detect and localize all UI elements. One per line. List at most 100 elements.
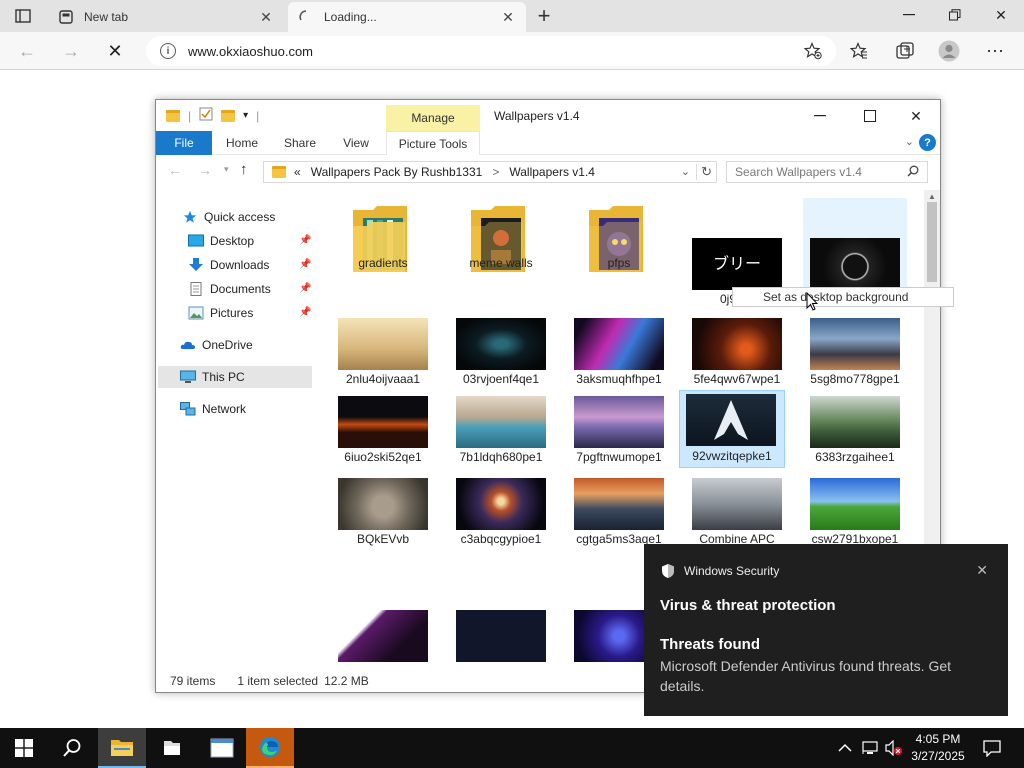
back-icon[interactable]: ←	[168, 162, 182, 178]
close-icon[interactable]: ✕	[976, 562, 988, 579]
document-icon	[190, 282, 202, 296]
forward-icon[interactable]: →	[58, 39, 84, 63]
properties-icon[interactable]	[199, 107, 213, 124]
search-button[interactable]	[48, 728, 96, 768]
minimize-button[interactable]	[886, 0, 932, 30]
address-bar[interactable]: i www.okxiaoshuo.com	[146, 36, 836, 66]
explorer-maximize-button[interactable]	[850, 104, 890, 128]
back-icon[interactable]: ←	[14, 39, 40, 63]
breadcrumb-item[interactable]: Wallpapers Pack By Rushb1331	[311, 165, 483, 179]
customize-qat-icon[interactable]: ▾	[243, 110, 248, 121]
image-item[interactable]: c3abqcgypioe1	[449, 476, 553, 550]
image-item[interactable]	[331, 608, 435, 666]
image-item[interactable]: 6383rzgaihee1	[803, 394, 907, 468]
close-window-button[interactable]: ✕	[978, 0, 1024, 30]
profile-avatar-icon[interactable]	[936, 39, 962, 63]
help-icon[interactable]: ?	[919, 134, 936, 151]
image-thumbnail	[338, 396, 428, 448]
stop-loading-icon[interactable]: ✕	[102, 39, 128, 63]
tab-loading[interactable]: Loading... ✕	[288, 2, 526, 32]
image-item[interactable]: Combine APC	[685, 476, 789, 550]
nav-pictures[interactable]: Pictures	[188, 302, 253, 324]
restore-button[interactable]	[932, 0, 978, 30]
volume-muted-icon[interactable]	[884, 728, 904, 768]
add-favorite-icon[interactable]	[800, 39, 826, 63]
start-button[interactable]	[0, 728, 48, 768]
nav-label: OneDrive	[202, 338, 253, 352]
tab-title: New tab	[84, 10, 129, 24]
image-item[interactable]: cgtga5ms3aqe1	[567, 476, 671, 550]
explorer-minimize-button[interactable]	[800, 104, 840, 128]
search-input[interactable]: Search Wallpapers v1.4	[726, 161, 928, 183]
notification-body: Microsoft Defender Antivirus found threa…	[660, 658, 952, 694]
folder-item[interactable]: meme walls	[449, 200, 553, 274]
breadcrumb-overflow[interactable]: «	[294, 165, 301, 179]
scroll-up-icon[interactable]: ▲	[928, 192, 936, 201]
tab-actions-icon[interactable]	[8, 6, 38, 26]
recent-locations-icon[interactable]: ▾	[224, 164, 229, 175]
nav-documents[interactable]: Documents	[188, 278, 271, 300]
image-item[interactable]: 5sg8mo778gpe1	[803, 316, 907, 390]
newtab-icon	[58, 9, 74, 25]
ribbon-tab-picture-tools[interactable]: Picture Tools	[386, 131, 480, 155]
nav-label: Quick access	[204, 210, 276, 224]
folder-item[interactable]: gradients	[331, 200, 435, 274]
search-icon	[907, 165, 919, 180]
image-item[interactable]: 5fe4qwv67wpe1	[685, 316, 789, 390]
forward-icon[interactable]: →	[198, 162, 212, 178]
image-item-selected[interactable]: 92vwzitqepke1	[679, 390, 785, 468]
nav-onedrive[interactable]: OneDrive	[180, 334, 253, 356]
image-item[interactable]: 3aksmuqhfhpe1	[567, 316, 671, 390]
image-item[interactable]: 2nlu4oijvaaa1	[331, 316, 435, 390]
image-item[interactable]: csw2791bxope1	[803, 476, 907, 550]
ribbon-tab-share[interactable]: Share	[276, 131, 324, 155]
expand-ribbon-icon[interactable]: ⌄	[905, 135, 914, 148]
image-item[interactable]: BQkEVvb	[331, 476, 435, 550]
nav-desktop[interactable]: Desktop	[188, 230, 254, 252]
show-hidden-icons-icon[interactable]	[838, 728, 852, 768]
ribbon-tab-file[interactable]: File	[156, 131, 212, 155]
security-notification[interactable]: Windows Security ✕ Virus & threat protec…	[644, 544, 1008, 716]
site-info-icon[interactable]: i	[160, 43, 176, 59]
window-taskbar-button[interactable]	[198, 728, 246, 768]
file-name: 6iuo2ski52qe1	[344, 450, 422, 464]
new-tab-button[interactable]: +	[532, 3, 556, 28]
network-tray-icon[interactable]	[862, 728, 880, 768]
image-item[interactable]	[449, 608, 553, 666]
folder-item[interactable]: pfps	[567, 200, 671, 274]
folder-icon	[272, 166, 286, 178]
breadcrumb[interactable]: « Wallpapers Pack By Rushb1331 > Wallpap…	[263, 161, 717, 183]
image-thumbnail	[456, 396, 546, 448]
nav-quick-access[interactable]: Quick access	[182, 206, 275, 228]
taskbar-clock[interactable]: 4:05 PM 3/27/2025	[906, 731, 970, 765]
dropdown-chevron-icon[interactable]: ⌄	[681, 165, 690, 178]
scrollbar-thumb[interactable]	[927, 202, 937, 282]
new-folder-icon[interactable]	[221, 109, 236, 122]
image-item[interactable]: 7b1ldqh680pe1	[449, 394, 553, 468]
up-icon[interactable]: ↑	[240, 161, 248, 178]
more-menu-icon[interactable]: ⋯	[982, 39, 1008, 63]
close-icon[interactable]: ✕	[258, 9, 274, 25]
pin-icon: 📌	[299, 259, 312, 270]
image-item[interactable]: 7pgftnwumope1	[567, 394, 671, 468]
refresh-icon[interactable]: ↻	[696, 164, 712, 180]
ribbon-tab-view[interactable]: View	[332, 131, 380, 155]
collections-icon[interactable]	[892, 39, 918, 63]
nav-this-pc[interactable]: This PC	[158, 366, 312, 388]
notification-center-icon[interactable]	[982, 728, 1002, 768]
manage-tab[interactable]: Manage	[386, 105, 480, 131]
nav-network[interactable]: Network	[180, 398, 246, 420]
file-explorer-taskbar-button[interactable]	[98, 728, 146, 768]
close-icon[interactable]: ✕	[500, 9, 516, 25]
image-item[interactable]: 6iuo2ski52qe1	[331, 394, 435, 468]
app-taskbar-button[interactable]	[148, 728, 196, 768]
image-item[interactable]: 03rvjoenf4qe1	[449, 316, 553, 390]
nav-downloads[interactable]: Downloads	[188, 254, 269, 276]
breadcrumb-item[interactable]: Wallpapers v1.4	[509, 165, 595, 179]
favorites-icon[interactable]	[846, 39, 872, 63]
edge-taskbar-button[interactable]	[246, 728, 294, 768]
url-text: www.okxiaoshuo.com	[188, 43, 313, 59]
tab-new-tab[interactable]: New tab ✕	[48, 2, 284, 32]
ribbon-tab-home[interactable]: Home	[218, 131, 266, 155]
explorer-close-button[interactable]: ✕	[896, 104, 936, 128]
